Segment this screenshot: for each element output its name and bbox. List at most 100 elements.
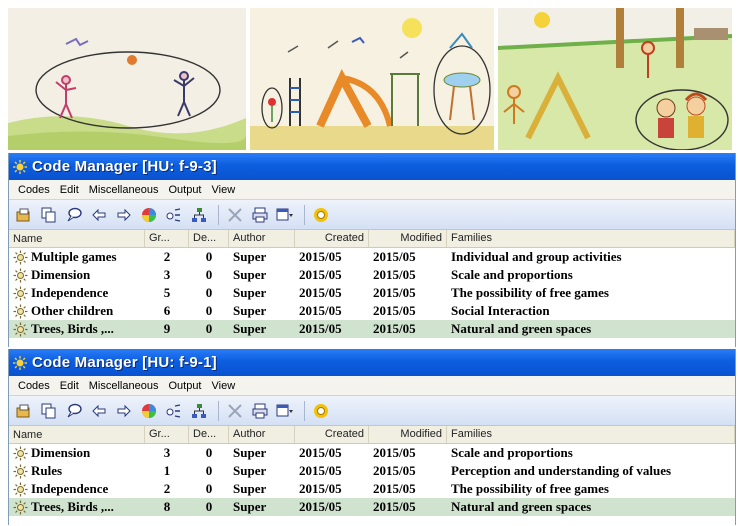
network-icon[interactable] — [188, 400, 210, 422]
table-row[interactable]: Other children 6 0 Super 2015/05 2015/05 Socia… — [9, 302, 735, 320]
cell-created: 2015/05 — [299, 285, 342, 300]
comment-icon[interactable] — [63, 204, 85, 226]
cell-density: 0 — [205, 481, 213, 496]
cell-author: Super — [233, 285, 267, 300]
cell-created: 2015/05 — [299, 499, 342, 514]
view-dropdown-icon[interactable] — [274, 400, 296, 422]
link-icon[interactable] — [163, 400, 185, 422]
column-header-name[interactable]: Name — [9, 230, 145, 247]
arrow-left-icon[interactable] — [88, 204, 110, 226]
cell-groundedness: 2 — [163, 249, 171, 264]
arrow-right-icon[interactable] — [113, 400, 135, 422]
menu-edit[interactable]: Edit — [55, 184, 84, 196]
cell-density: 0 — [205, 249, 213, 264]
cell-created: 2015/05 — [299, 249, 342, 264]
table-row[interactable]: Rules 1 0 Super 2015/05 2015/05 Perception and… — [9, 462, 735, 480]
code-sun-icon — [13, 446, 28, 460]
column-header-families[interactable]: Families — [447, 230, 735, 247]
menu-codes[interactable]: Codes — [13, 184, 55, 196]
color-wheel-icon[interactable] — [138, 400, 160, 422]
delete-icon[interactable] — [224, 400, 246, 422]
cell-name: Trees, Birds ,... — [9, 321, 145, 337]
cell-modified: 2015/05 — [373, 249, 416, 264]
arrow-left-icon[interactable] — [88, 400, 110, 422]
network-icon[interactable] — [188, 204, 210, 226]
delete-icon[interactable] — [224, 204, 246, 226]
codes-table: Name Gr... De... Author Created Modified… — [9, 426, 735, 525]
cell-created: 2015/05 — [299, 481, 342, 496]
cell-modified: 2015/05 — [373, 285, 416, 300]
cell-author: Super — [233, 267, 267, 282]
cell-author: Super — [233, 303, 267, 318]
column-header-modified[interactable]: Modified — [369, 230, 447, 247]
code-sun-icon — [13, 482, 28, 496]
column-header-families[interactable]: Families — [447, 426, 735, 443]
cell-groundedness: 9 — [163, 321, 171, 336]
arrow-right-icon[interactable] — [113, 204, 135, 226]
column-header-density[interactable]: De... — [189, 230, 229, 247]
column-header-created[interactable]: Created — [295, 230, 369, 247]
window-title: Code Manager [HU: f-9-1] — [32, 354, 217, 371]
view-dropdown-icon[interactable] — [274, 204, 296, 226]
cell-density: 0 — [205, 303, 213, 318]
column-header-modified[interactable]: Modified — [369, 426, 447, 443]
link-icon[interactable] — [163, 204, 185, 226]
copy-icon[interactable] — [38, 400, 60, 422]
cell-name: Independence — [9, 285, 145, 301]
cell-name: Trees, Birds ,... — [9, 499, 145, 515]
column-header-created[interactable]: Created — [295, 426, 369, 443]
table-row[interactable]: Dimension 3 0 Super 2015/05 2015/05 Scale and … — [9, 266, 735, 284]
table-row[interactable]: Trees, Birds ,... 8 0 Super 2015/05 2015/05 Na… — [9, 498, 735, 516]
title-bar[interactable]: Code Manager [HU: f-9-1] — [9, 349, 735, 376]
column-header-groundedness[interactable]: Gr... — [145, 230, 189, 247]
color-wheel-icon[interactable] — [138, 204, 160, 226]
code-sun-icon — [13, 304, 28, 318]
cell-density: 0 — [205, 267, 213, 282]
cell-modified: 2015/05 — [373, 445, 416, 460]
menu-miscellaneous[interactable]: Miscellaneous — [84, 184, 164, 196]
code-sun-icon — [13, 268, 28, 282]
table-row[interactable]: Trees, Birds ,... 9 0 Super 2015/05 2015/05 Na… — [9, 320, 735, 338]
cell-modified: 2015/05 — [373, 463, 416, 478]
menu-output[interactable]: Output — [163, 380, 206, 392]
print-icon[interactable] — [249, 204, 271, 226]
cell-families: Natural and green spaces — [451, 499, 592, 514]
toolbar — [9, 396, 735, 426]
new-code-icon[interactable] — [13, 400, 35, 422]
menu-view[interactable]: View — [207, 380, 241, 392]
title-bar[interactable]: Code Manager [HU: f-9-3] — [9, 153, 735, 180]
table-body: Multiple games 2 0 Super 2015/05 2015/05 Indiv… — [9, 248, 735, 338]
cell-modified: 2015/05 — [373, 481, 416, 496]
code-name: Dimension — [31, 445, 91, 460]
window-title: Code Manager [HU: f-9-3] — [32, 158, 217, 175]
menu-output[interactable]: Output — [163, 184, 206, 196]
menu-view[interactable]: View — [207, 184, 241, 196]
column-header-density[interactable]: De... — [189, 426, 229, 443]
menu-edit[interactable]: Edit — [55, 380, 84, 392]
print-icon[interactable] — [249, 400, 271, 422]
menu-miscellaneous[interactable]: Miscellaneous — [84, 380, 164, 392]
cell-families: Individual and group activities — [451, 249, 622, 264]
table-row[interactable]: Dimension 3 0 Super 2015/05 2015/05 Scale and … — [9, 444, 735, 462]
cell-families: Social Interaction — [451, 303, 550, 318]
code-name: Independence — [31, 285, 109, 300]
new-code-icon[interactable] — [13, 204, 35, 226]
cell-density: 0 — [205, 463, 213, 478]
copy-icon[interactable] — [38, 204, 60, 226]
settings-icon[interactable] — [310, 400, 332, 422]
cell-families: Scale and proportions — [451, 267, 573, 282]
table-row[interactable]: Independence 2 0 Super 2015/05 2015/05 The pos… — [9, 480, 735, 498]
column-header-name[interactable]: Name — [9, 426, 145, 443]
settings-icon[interactable] — [310, 204, 332, 226]
cell-author: Super — [233, 481, 267, 496]
column-header-author[interactable]: Author — [229, 230, 295, 247]
code-sun-icon — [13, 250, 28, 264]
column-header-groundedness[interactable]: Gr... — [145, 426, 189, 443]
comment-icon[interactable] — [63, 400, 85, 422]
cell-created: 2015/05 — [299, 463, 342, 478]
column-header-author[interactable]: Author — [229, 426, 295, 443]
cell-modified: 2015/05 — [373, 303, 416, 318]
menu-codes[interactable]: Codes — [13, 380, 55, 392]
table-row[interactable]: Independence 5 0 Super 2015/05 2015/05 The pos… — [9, 284, 735, 302]
table-row[interactable]: Multiple games 2 0 Super 2015/05 2015/05 Indiv… — [9, 248, 735, 266]
